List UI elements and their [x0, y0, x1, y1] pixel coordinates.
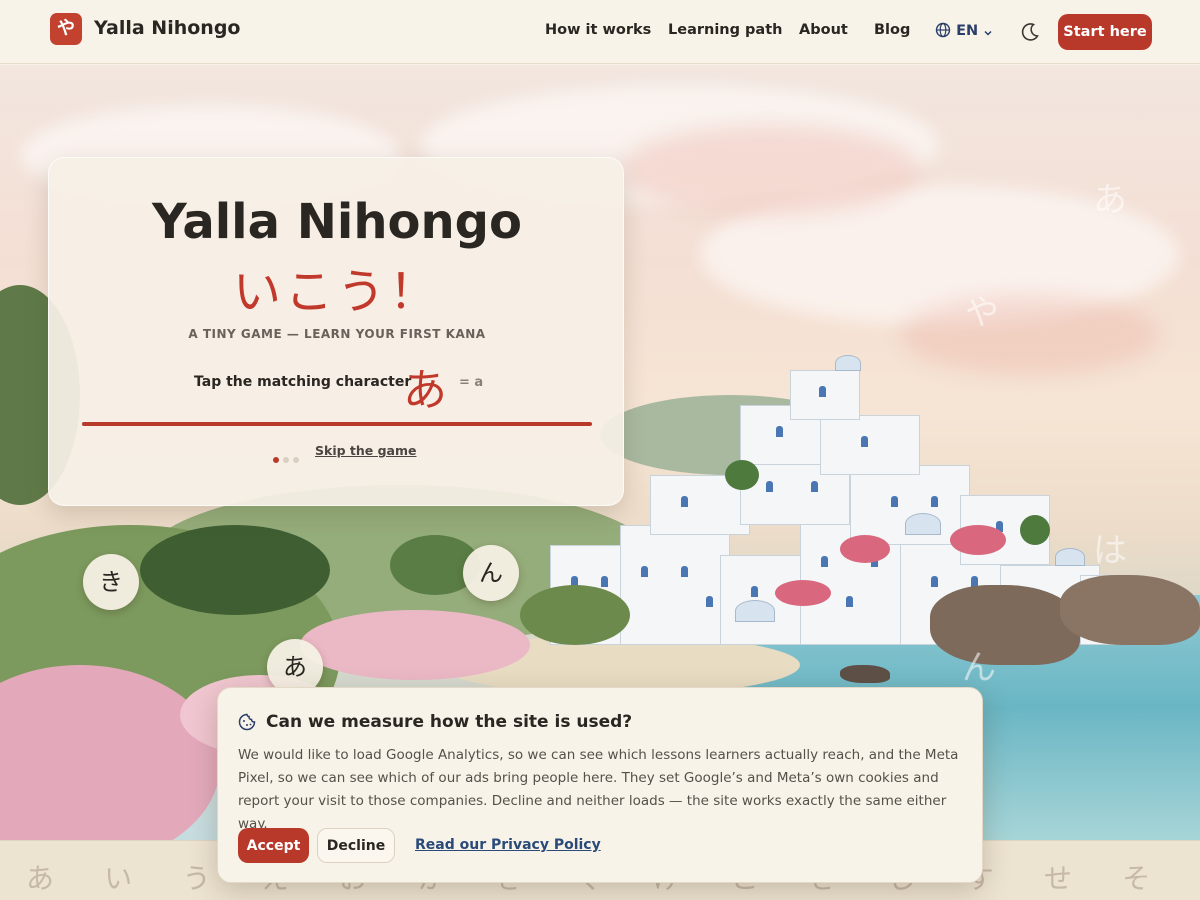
target-kana: あ — [403, 365, 447, 416]
nav-about[interactable]: About — [799, 22, 848, 38]
decline-button[interactable]: Decline — [317, 828, 395, 863]
start-here-button[interactable]: Start here — [1058, 14, 1152, 50]
nav-how-it-works[interactable]: How it works — [545, 22, 651, 38]
rock — [930, 585, 1080, 665]
cookie-consent-banner: Can we measure how the site is used? We … — [217, 687, 983, 883]
nav-blog[interactable]: Blog — [874, 22, 910, 38]
brand-name[interactable]: Yalla Nihongo — [94, 17, 240, 39]
strip-kana: い — [104, 862, 133, 895]
moon-icon[interactable] — [1019, 21, 1041, 43]
skip-game-link[interactable]: Skip the game — [315, 443, 417, 458]
step-indicator — [273, 448, 303, 467]
rock — [1060, 575, 1200, 645]
cloud — [900, 295, 1160, 375]
strip-kana: う — [182, 862, 211, 895]
language-selector[interactable]: EN — [935, 22, 993, 39]
game-prompt: Tap the matching character — [194, 374, 412, 390]
site-header: や Yalla Nihongo How it works Learning pa… — [0, 0, 1200, 64]
background-kana: は — [1093, 531, 1127, 571]
game-title: Yalla Nihongo — [151, 194, 523, 250]
cookie-icon — [238, 713, 256, 731]
chevron-down-icon — [984, 30, 992, 36]
kana-game-card: Yalla Nihongo いこう！ A TINY GAME — LEARN Y… — [48, 157, 624, 506]
pine-tree — [140, 525, 330, 615]
rock — [840, 665, 890, 683]
cloud — [620, 125, 920, 215]
game-japanese-title: いこう！ — [232, 264, 441, 320]
game-subtitle: A TINY GAME — LEARN YOUR FIRST KANA — [188, 327, 486, 341]
cookie-description: We would like to load Google Analytics, … — [238, 747, 959, 832]
game-progress-bar — [82, 422, 592, 426]
strip-kana: あ — [26, 862, 55, 895]
strip-kana: そ — [1122, 862, 1151, 895]
step-dot — [273, 457, 279, 463]
privacy-policy-link[interactable]: Read our Privacy Policy — [415, 837, 601, 853]
logo-icon[interactable]: や — [50, 13, 82, 45]
cookie-title: Can we measure how the site is used? — [266, 712, 633, 732]
game-progress-fill — [82, 422, 592, 426]
step-dot — [293, 457, 299, 463]
strip-kana: せ — [1043, 862, 1072, 895]
cherry-blossom-tree — [300, 610, 530, 680]
globe-icon — [935, 22, 951, 38]
tree — [520, 585, 630, 645]
step-dot — [283, 457, 289, 463]
accept-button[interactable]: Accept — [238, 828, 309, 863]
background-kana: ん — [962, 648, 996, 688]
target-romaji: = a — [459, 375, 484, 390]
language-label: EN — [956, 23, 979, 39]
background-kana: あ — [1093, 180, 1127, 220]
background-kana: や — [965, 293, 999, 333]
kana-bubble-n[interactable]: ん — [463, 545, 519, 601]
nav-learning-path[interactable]: Learning path — [668, 22, 782, 38]
kana-bubble-ki[interactable]: き — [83, 554, 139, 610]
